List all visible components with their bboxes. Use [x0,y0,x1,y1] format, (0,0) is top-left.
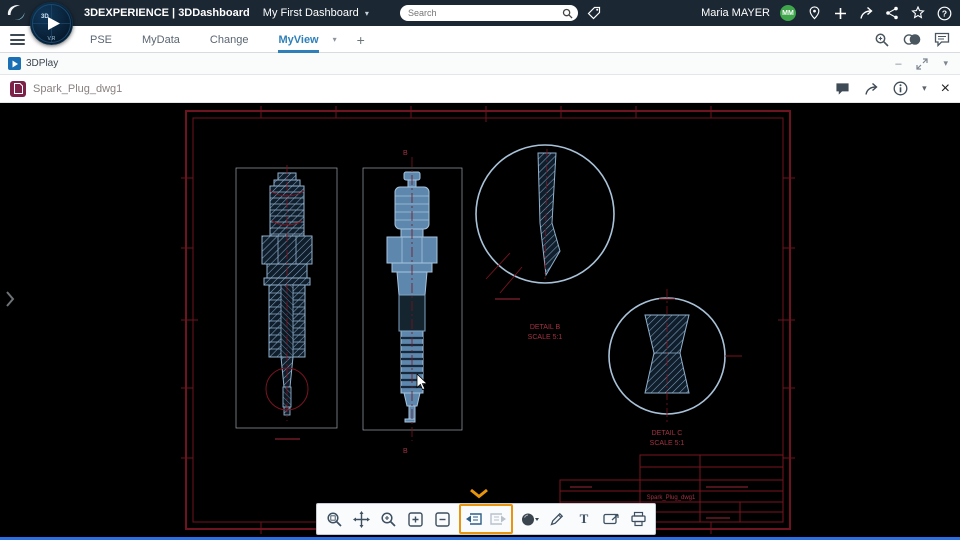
detail-view-b: DETAIL B SCALE 5:1 [475,144,615,341]
platform-top-bar: 3D V.R 3DEXPERIENCE | 3DDashboard My Fir… [0,0,960,45]
zoom-in-button[interactable] [403,506,427,532]
3dplay-viewport[interactable]: B B DETAIL B SCALE 5:1 DETAIL C SCALE 5:… [0,103,960,537]
detail-c-title: DETAIL C [652,430,683,437]
detail-view-c: DETAIL C SCALE 5:1 [608,289,742,447]
cad-drawing[interactable]: B B DETAIL B SCALE 5:1 DETAIL C SCALE 5:… [0,103,960,537]
widget-title-bar: 3DPlay – ▾ [0,53,960,75]
comment-icon[interactable] [835,82,850,96]
community-icon[interactable] [910,5,926,21]
drawing-file-icon [10,80,26,97]
previous-sheet-button[interactable] [462,506,486,532]
left-panel-chevron-icon[interactable] [4,289,16,314]
dashboard-chevron-icon[interactable]: ▾ [365,9,369,18]
help-icon[interactable]: ? [936,5,952,21]
sheet-navigation-highlight [459,504,513,534]
tab-change[interactable]: Change [210,26,249,53]
user-avatar[interactable]: MM [780,5,796,21]
view-section-left [235,165,338,440]
menu-icon[interactable] [10,34,25,48]
add-icon[interactable] [832,5,848,21]
view-side-middle: B B [362,150,463,455]
slide-button[interactable] [599,506,623,532]
platform-title: 3DEXPERIENCE | 3DDashboard My First Dash… [84,7,369,19]
zoom-out-button[interactable] [430,506,454,532]
play-icon [48,17,60,30]
pan-button[interactable] [349,506,373,532]
tab-pse[interactable]: PSE [90,26,112,53]
compass-bottom-label: V.R [48,36,56,42]
expand-icon[interactable] [916,57,929,70]
detail-c-scale: SCALE 5:1 [650,440,685,447]
app-name: 3DDashboard [178,7,250,19]
global-search[interactable] [400,5,578,21]
brand-name: 3DEXPERIENCE [84,7,169,19]
search-tools-icon[interactable] [874,32,890,48]
pin-icon[interactable] [806,5,822,21]
detail-b-title: DETAIL B [530,324,561,331]
print-button[interactable] [626,506,650,532]
widget-menu-chevron-icon[interactable]: ▾ [943,58,948,69]
tab-bar-tools [874,26,950,53]
render-style-button[interactable] [518,506,542,532]
close-icon[interactable]: × [941,80,950,97]
document-actions: ▾ × [835,80,950,97]
zoom-button[interactable] [376,506,400,532]
text-tool-button[interactable]: T [572,506,596,532]
share-arrow-icon[interactable] [858,5,874,21]
dashboard-tabs: PSE MyData Change MyView ▾ + [90,26,365,53]
svg-text:?: ? [941,8,946,18]
search-icon[interactable] [562,8,573,19]
info-icon[interactable] [893,81,908,96]
profile-toggle-icon[interactable] [903,32,921,47]
share-network-icon[interactable] [884,5,900,21]
tag-icon[interactable] [587,6,601,25]
title-block-name: Spark_Plug_dwg1 [647,495,696,501]
toolbar-collapse-caret-icon[interactable] [468,486,490,504]
discussions-icon[interactable] [934,32,950,47]
search-input[interactable] [408,8,562,18]
widget-title: 3DPlay [26,58,59,69]
tab-options-chevron-icon[interactable]: ▾ [333,35,337,44]
minimize-icon[interactable]: – [895,58,901,70]
detail-b-scale: SCALE 5:1 [528,334,563,341]
document-title: Spark_Plug_dwg1 [33,82,123,95]
dashboard-tab-bar: PSE MyData Change MyView ▾ + [0,26,960,53]
add-tab-button[interactable]: + [357,32,365,48]
markup-pencil-button[interactable] [545,506,569,532]
next-sheet-button[interactable] [486,506,510,532]
user-cluster: Maria MAYER MM ? [701,0,952,26]
user-name[interactable]: Maria MAYER [701,7,770,19]
3dexperience-compass[interactable]: 3D V.R [30,2,73,45]
dashboard-name[interactable]: My First Dashboard [263,7,359,19]
3dplay-app-icon [8,57,21,70]
section-marker-top: B [403,150,408,157]
viewer-toolbar: T [316,503,656,535]
section-marker-bottom: B [403,448,408,455]
widget-window-controls: – ▾ [895,58,948,70]
share-icon[interactable] [864,82,879,96]
document-header: Spark_Plug_dwg1 ▾ × [0,75,960,103]
tab-myview[interactable]: MyView [278,26,319,53]
3ds-logo-icon [5,3,29,27]
zoom-window-button[interactable] [322,506,346,532]
document-menu-chevron-icon[interactable]: ▾ [922,83,927,94]
tab-mydata[interactable]: MyData [142,26,180,53]
brand-separator: | [172,7,176,19]
